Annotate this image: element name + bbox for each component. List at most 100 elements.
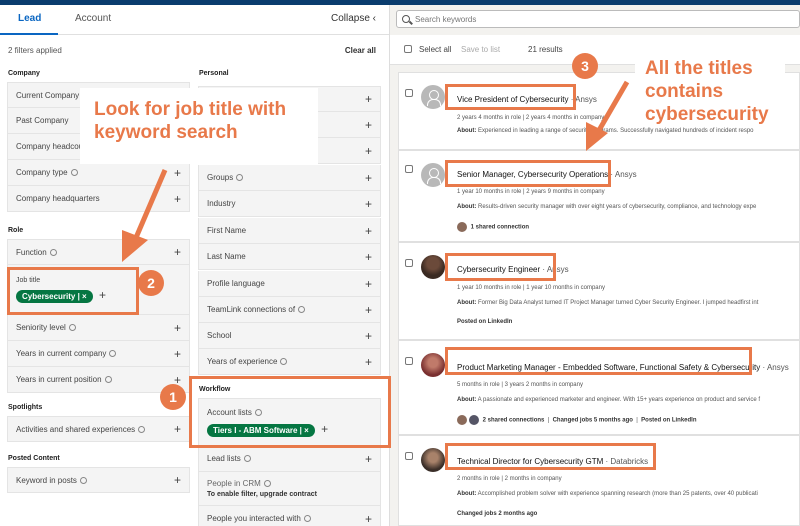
lead-checkbox[interactable] — [405, 259, 413, 267]
posted-on-linkedin[interactable]: Posted on LinkedIn — [641, 418, 696, 424]
filter-first-name[interactable]: First Name + — [198, 218, 381, 244]
search-input[interactable]: Search keywords — [396, 10, 800, 28]
filter-last-name[interactable]: Last Name + — [198, 244, 381, 270]
plus-icon[interactable]: + — [365, 452, 372, 466]
plus-icon[interactable]: + — [365, 329, 372, 343]
avatar[interactable] — [421, 353, 445, 377]
select-all-checkbox[interactable] — [404, 45, 412, 53]
filter-keyword-in-posts[interactable]: Keyword in posts + — [7, 467, 190, 493]
filters-applied-count: 2 filters applied — [8, 46, 62, 55]
info-icon — [236, 174, 244, 182]
plus-icon[interactable]: + — [174, 347, 181, 361]
about-label: About: — [457, 300, 477, 306]
save-to-list-button[interactable]: Save to list — [461, 45, 500, 54]
search-placeholder: Search keywords — [415, 14, 477, 24]
about-label: About: — [457, 397, 477, 403]
filter-profile-language[interactable]: Profile language + — [198, 271, 381, 297]
filter-people-interacted-with[interactable]: People you interacted with + — [198, 506, 381, 526]
filter-label: TeamLink connections of — [207, 305, 296, 314]
filter-label: Industry — [207, 199, 236, 208]
title-highlight-5 — [445, 443, 656, 470]
tab-lead[interactable]: Lead — [18, 13, 41, 24]
filter-teamlink-connections[interactable]: TeamLink connections of + — [198, 297, 381, 323]
plus-icon[interactable]: + — [365, 197, 372, 211]
changed-jobs[interactable]: Changed jobs 2 months ago — [457, 511, 537, 517]
lead-checkbox[interactable] — [405, 452, 413, 460]
title-highlight-4 — [445, 347, 752, 375]
tab-account[interactable]: Account — [75, 13, 111, 24]
active-tab-indicator — [0, 33, 58, 35]
posted-on-linkedin[interactable]: Posted on LinkedIn — [457, 319, 512, 325]
plus-icon[interactable]: + — [365, 250, 372, 264]
lead-company[interactable]: · Ansys — [763, 363, 789, 372]
plus-icon[interactable]: + — [365, 303, 372, 317]
filter-label: Function — [16, 247, 47, 257]
plus-icon[interactable]: + — [365, 92, 372, 106]
plus-icon[interactable]: + — [365, 224, 372, 238]
section-spotlights: Spotlights — [8, 404, 43, 411]
lead-about: Results-driven security manager with ove… — [478, 204, 757, 210]
filter-seniority-level[interactable]: Seniority level + — [7, 315, 190, 341]
info-icon — [303, 515, 311, 523]
filter-school[interactable]: School + — [198, 323, 381, 349]
plus-icon[interactable]: + — [365, 355, 372, 369]
plus-icon[interactable]: + — [174, 245, 181, 259]
plus-icon[interactable]: + — [365, 144, 372, 158]
info-icon — [68, 324, 76, 332]
plus-icon[interactable]: + — [174, 166, 181, 180]
plus-icon[interactable]: + — [174, 473, 181, 487]
filter-function[interactable]: Function + — [7, 239, 190, 265]
lead-about: Former Big Data Analyst turned IT Projec… — [478, 300, 759, 306]
filter-label: Company type — [16, 168, 68, 177]
avatar[interactable] — [421, 85, 445, 109]
avatar[interactable] — [421, 448, 445, 472]
lead-tenure: 2 years 4 months in role | 2 years 4 mon… — [457, 115, 605, 121]
filter-years-of-experience[interactable]: Years of experience + — [198, 349, 381, 375]
lead-tenure: 1 year 10 months in role | 1 year 10 mon… — [457, 285, 605, 291]
info-icon — [79, 476, 87, 484]
plus-icon[interactable]: + — [365, 118, 372, 132]
filter-company-headquarters[interactable]: Company headquarters + — [7, 186, 190, 212]
about-label: About: — [457, 204, 477, 210]
filter-label: First Name — [207, 226, 247, 235]
collapse-button[interactable]: Collapse ‹ — [331, 13, 376, 24]
filter-people-in-crm[interactable]: People in CRM To enable filter, upgrade … — [198, 472, 381, 506]
select-all-label[interactable]: Select all — [419, 45, 451, 54]
plus-icon[interactable]: + — [365, 512, 372, 526]
lead-checkbox[interactable] — [405, 89, 413, 97]
results-count: 21 results — [528, 45, 563, 54]
shared-connections[interactable]: 1 shared connection — [471, 225, 529, 231]
avatar[interactable] — [421, 255, 445, 279]
plus-icon[interactable]: + — [365, 171, 372, 185]
filter-groups[interactable]: Groups + — [198, 165, 381, 191]
plus-icon[interactable]: + — [174, 321, 181, 335]
plus-icon[interactable]: + — [365, 277, 372, 291]
filter-lead-lists[interactable]: Lead lists + — [198, 446, 381, 472]
info-icon — [263, 480, 271, 488]
shared-connections[interactable]: 2 shared connections — [483, 418, 545, 424]
changed-jobs[interactable]: Changed jobs 5 months ago — [553, 418, 633, 424]
filter-label: Keyword in posts — [16, 475, 77, 485]
info-icon — [298, 306, 306, 314]
lead-about: A passionate and experienced marketer an… — [477, 397, 761, 403]
lead-about: Experienced in leading a range of securi… — [478, 128, 754, 134]
title-highlight-3 — [445, 253, 556, 281]
info-icon — [70, 169, 78, 177]
lead-company[interactable]: · Ansys — [610, 170, 636, 179]
clear-all-button[interactable]: Clear all — [345, 46, 376, 55]
filter-label: Last Name — [207, 252, 246, 261]
plus-icon[interactable]: + — [174, 422, 181, 436]
filter-activities-shared-experiences[interactable]: Activities and shared experiences + — [7, 416, 190, 442]
section-personal: Personal — [199, 70, 229, 77]
avatar[interactable] — [421, 163, 445, 187]
lead-checkbox[interactable] — [405, 357, 413, 365]
callout-right: All the titles contains cybersecurity — [635, 55, 785, 127]
lead-checkbox[interactable] — [405, 165, 413, 173]
filter-label: Profile language — [207, 279, 265, 288]
filter-label: Years in current company — [16, 349, 107, 358]
filter-industry[interactable]: Industry + — [198, 191, 381, 217]
plus-icon[interactable]: + — [174, 192, 181, 206]
step-badge-1: 1 — [160, 384, 186, 410]
filter-years-in-current-company[interactable]: Years in current company + — [7, 341, 190, 367]
shared-connection-avatar — [457, 222, 467, 232]
